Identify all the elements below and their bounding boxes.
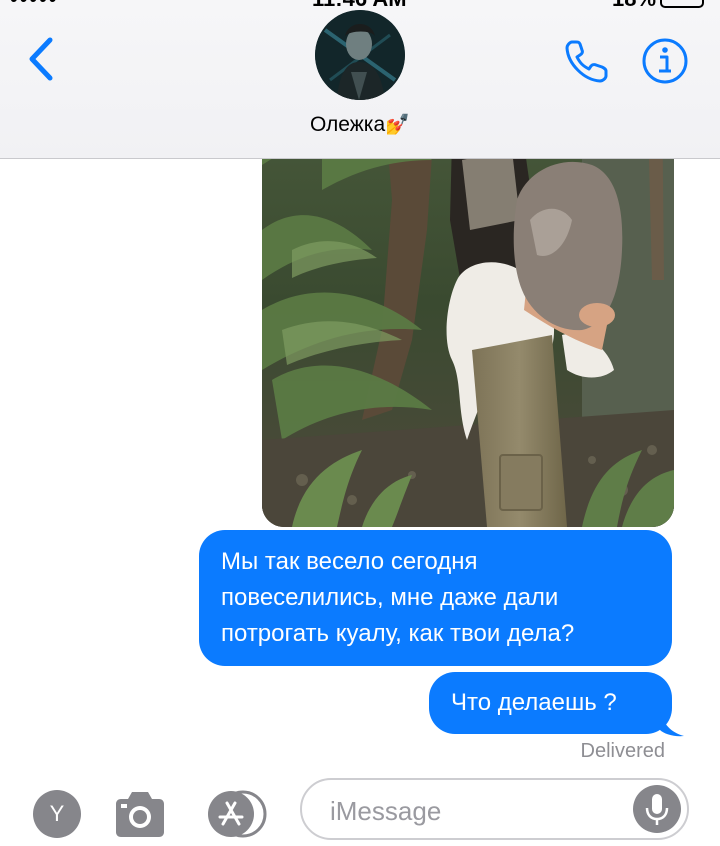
compose-bar: Y iMessage	[0, 770, 720, 846]
avatar[interactable]	[315, 10, 405, 100]
chevron-left-icon	[29, 37, 53, 81]
message-input-placeholder: iMessage	[330, 796, 442, 826]
nail-polish-icon: 💅	[385, 114, 411, 136]
app-store-button[interactable]	[205, 790, 271, 838]
app-button-label: Y	[49, 801, 65, 826]
battery-icon	[660, 0, 704, 8]
bubble-tail	[660, 712, 684, 737]
camera-button[interactable]	[112, 790, 168, 838]
back-button[interactable]	[22, 34, 62, 84]
battery-percent: 18%	[612, 0, 656, 12]
sent-message-bubble[interactable]: Что делаешь ?	[429, 672, 672, 734]
signal-strength: •••••	[10, 0, 59, 12]
camera-icon	[116, 792, 164, 837]
app-button[interactable]: Y	[33, 790, 81, 838]
message-text-line: потрогать куалу, как твои дела?	[221, 620, 575, 647]
message-input[interactable]: iMessage	[300, 778, 689, 840]
app-store-icon	[208, 790, 267, 838]
info-button[interactable]	[640, 36, 690, 86]
microphone-icon	[645, 794, 669, 825]
info-icon	[642, 38, 688, 84]
message-text-line: повеселились, мне даже дали	[221, 584, 559, 611]
status-bar: ••••• 11:46 AM 18%	[0, 0, 720, 12]
call-button[interactable]	[562, 36, 612, 86]
message-text-line: Мы так весело сегодня	[221, 548, 478, 575]
sent-message-bubble[interactable]: Мы так весело сегодня повеселились, мне …	[199, 530, 672, 666]
status-time: 11:46 AM	[312, 0, 407, 12]
message-text: Что делаешь ?	[451, 689, 617, 716]
delivery-status: Delivered	[580, 740, 665, 762]
phone-icon	[565, 40, 608, 83]
contact-photo	[315, 10, 405, 100]
contact-name-button[interactable]: Олежка💅	[0, 112, 720, 137]
messages-screen: Мы так весело сегодня повеселились, мне …	[0, 0, 720, 846]
contact-name: Олежка	[309, 113, 386, 136]
microphone-button[interactable]	[633, 785, 681, 833]
conversation-header: Олежка💅	[0, 0, 720, 159]
